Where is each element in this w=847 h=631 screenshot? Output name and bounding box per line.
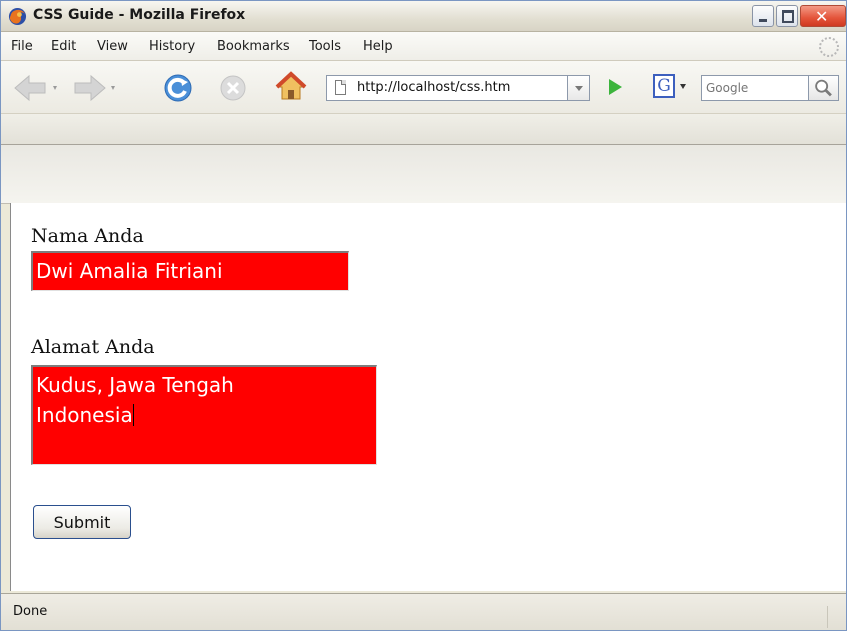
- page-content: Nama Anda Dwi Amalia Fitriani Alamat And…: [10, 203, 846, 591]
- search-engine-dropdown-icon[interactable]: [680, 84, 686, 89]
- back-arrow-icon[interactable]: [11, 73, 61, 103]
- url-history-dropdown[interactable]: [568, 75, 590, 101]
- page-icon: [335, 80, 346, 95]
- window-title: CSS Guide - Mozilla Firefox: [33, 7, 246, 23]
- name-label: Nama Anda: [31, 225, 144, 247]
- address-label: Alamat Anda: [31, 336, 155, 358]
- reload-icon[interactable]: [163, 73, 193, 103]
- maximize-icon[interactable]: [776, 5, 798, 27]
- address-line-2: Indonesia: [36, 403, 134, 427]
- menu-tools[interactable]: Tools: [309, 39, 341, 54]
- resize-grip-icon[interactable]: [827, 606, 844, 628]
- menu-bookmarks[interactable]: Bookmarks: [217, 39, 290, 54]
- title-bar[interactable]: CSS Guide - Mozilla Firefox ✕: [1, 1, 846, 32]
- menu-file[interactable]: File: [11, 39, 33, 54]
- address-textarea[interactable]: Kudus, Jawa Tengah Indonesia: [31, 365, 377, 465]
- address-line-1: Kudus, Jawa Tengah: [36, 373, 234, 397]
- firefox-icon: [8, 7, 27, 26]
- search-input[interactable]: [701, 75, 809, 101]
- toolbar-spacer: [1, 145, 846, 204]
- google-g-icon[interactable]: G: [653, 74, 675, 98]
- url-text: http://localhost/css.htm: [357, 80, 511, 95]
- status-text: Done: [13, 604, 48, 619]
- home-icon[interactable]: [275, 71, 307, 103]
- forward-arrow-icon[interactable]: [71, 73, 121, 103]
- menu-bar: File Edit View History Bookmarks Tools H…: [1, 32, 846, 61]
- navigation-toolbar: http://localhost/css.htm G: [1, 61, 846, 114]
- text-caret: [132, 404, 134, 426]
- throbber-icon: [819, 37, 839, 57]
- url-bar[interactable]: http://localhost/css.htm: [326, 75, 568, 101]
- menu-edit[interactable]: Edit: [51, 39, 76, 54]
- submit-button[interactable]: Submit: [33, 505, 131, 539]
- menu-help[interactable]: Help: [363, 39, 393, 54]
- bookmarks-toolbar: [1, 114, 846, 145]
- minimize-icon[interactable]: [752, 5, 774, 27]
- name-input[interactable]: Dwi Amalia Fitriani: [31, 251, 349, 291]
- stop-icon[interactable]: [219, 74, 247, 102]
- close-icon[interactable]: ✕: [800, 5, 846, 27]
- status-bar: Done: [1, 593, 846, 630]
- menu-view[interactable]: View: [97, 39, 128, 54]
- menu-history[interactable]: History: [149, 39, 195, 54]
- go-arrow-icon[interactable]: [609, 79, 622, 95]
- magnifier-icon[interactable]: [809, 75, 839, 101]
- browser-window: CSS Guide - Mozilla Firefox ✕ File Edit …: [0, 0, 847, 631]
